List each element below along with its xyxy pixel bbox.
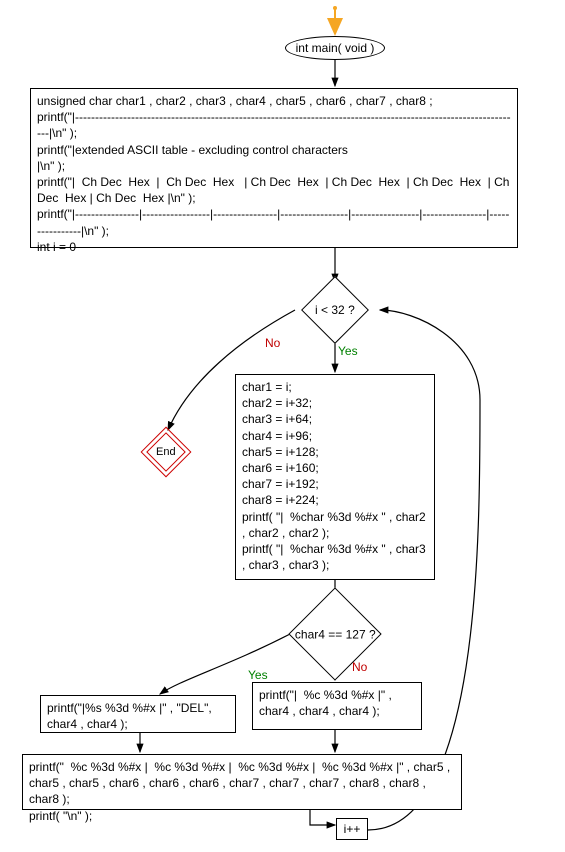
no-branch-block: printf("| %c %3d %#x |" , char4 , char4 … xyxy=(252,682,422,730)
no-branch-text: printf("| %c %3d %#x |" , char4 , char4 … xyxy=(253,683,421,723)
assign-block: char1 = i; char2 = i+32; char3 = i+64; c… xyxy=(235,374,435,580)
main-terminator: int main( void ) xyxy=(285,36,385,60)
main-label: int main( void ) xyxy=(296,41,375,55)
assign-text: char1 = i; char2 = i+32; char3 = i+64; c… xyxy=(236,375,434,577)
cond1-yes-label: Yes xyxy=(338,344,358,358)
cond2-label: char4 == 127 ? xyxy=(295,627,376,641)
init-block: unsigned char char1 , char2 , char3 , ch… xyxy=(30,88,518,248)
cond1-decision: i < 32 ? xyxy=(301,276,369,344)
inc-block: i++ xyxy=(336,818,368,840)
cond2-yes-label: Yes xyxy=(248,668,268,682)
cond1-label: i < 32 ? xyxy=(315,303,355,317)
end-label: End xyxy=(156,446,176,458)
yes-branch-text: printf("|%s %3d %#x |" , "DEL", char4 , … xyxy=(41,696,235,736)
end-node: End xyxy=(141,427,192,478)
cond1-no-label: No xyxy=(265,336,280,350)
init-text: unsigned char char1 , char2 , char3 , ch… xyxy=(31,89,517,259)
tail-block: printf(" %c %3d %#x | %c %3d %#x | %c %3… xyxy=(22,754,462,810)
tail-text: printf(" %c %3d %#x | %c %3d %#x | %c %3… xyxy=(23,755,461,828)
cond2-decision: char4 == 127 ? xyxy=(288,587,381,680)
cond2-no-label: No xyxy=(352,660,367,674)
yes-branch-block: printf("|%s %3d %#x |" , "DEL", char4 , … xyxy=(40,695,236,733)
inc-text: i++ xyxy=(344,822,361,836)
